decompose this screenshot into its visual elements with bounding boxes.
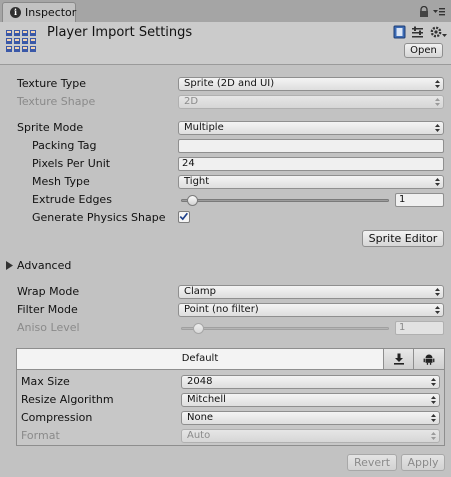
max-size-label: Max Size xyxy=(21,375,70,388)
gear-icon[interactable] xyxy=(430,26,447,38)
filter-mode-label: Filter Mode xyxy=(17,303,78,316)
texture-shape-dropdown: 2D xyxy=(178,95,444,109)
resize-algorithm-label: Resize Algorithm xyxy=(21,393,114,406)
tab-android-platform[interactable] xyxy=(414,349,444,369)
asset-title: Player Import Settings xyxy=(47,25,193,40)
download-icon xyxy=(394,353,404,365)
dropdown-arrow-icon xyxy=(435,124,440,132)
generate-physics-shape-checkbox[interactable] xyxy=(178,211,190,223)
compression-label: Compression xyxy=(21,411,93,424)
format-label: Format xyxy=(21,429,60,442)
texture-type-dropdown[interactable]: Sprite (2D and UI) xyxy=(178,77,444,91)
checkmark-icon xyxy=(179,212,188,221)
advanced-foldout-label[interactable]: Advanced xyxy=(17,259,71,272)
wrap-mode-dropdown[interactable]: Clamp xyxy=(178,285,444,299)
foldout-arrow-icon[interactable] xyxy=(6,261,13,270)
resize-algorithm-dropdown[interactable]: Mitchell xyxy=(181,393,440,407)
open-button[interactable]: Open xyxy=(404,43,443,58)
texture-type-value: Sprite (2D and UI) xyxy=(184,78,275,89)
platform-tabs: Default xyxy=(17,349,444,370)
texture-type-label: Texture Type xyxy=(17,77,87,90)
mesh-type-label: Mesh Type xyxy=(32,175,90,188)
preset-sliders-icon[interactable] xyxy=(412,26,423,38)
dropdown-arrow-icon xyxy=(431,378,436,386)
packing-tag-label: Packing Tag xyxy=(32,139,97,152)
sprite-editor-button[interactable]: Sprite Editor xyxy=(362,230,444,247)
tab-title: Inspector xyxy=(25,6,77,19)
extrude-edges-input[interactable]: 1 xyxy=(395,193,444,207)
header-icons xyxy=(393,25,447,39)
texture-shape-value: 2D xyxy=(184,96,199,107)
sprite-mode-value: Multiple xyxy=(184,122,224,133)
platform-settings-panel: Default Max Size 2048 Resize Algorithm M… xyxy=(16,348,445,446)
wrap-mode-label: Wrap Mode xyxy=(17,285,80,298)
dropdown-arrow-icon xyxy=(431,396,436,404)
sprite-mode-dropdown[interactable]: Multiple xyxy=(178,121,444,135)
dropdown-arrow-icon xyxy=(431,432,436,440)
packing-tag-input[interactable] xyxy=(178,139,444,153)
dropdown-arrow-icon xyxy=(435,178,440,186)
tab-default-platform[interactable]: Default xyxy=(17,349,384,369)
help-book-icon[interactable] xyxy=(393,25,406,39)
apply-button[interactable]: Apply xyxy=(401,454,445,471)
pixels-per-unit-input[interactable]: 24 xyxy=(178,157,444,171)
lock-icon[interactable] xyxy=(418,6,430,18)
pixels-per-unit-label: Pixels Per Unit xyxy=(32,157,111,170)
generate-physics-shape-label: Generate Physics Shape xyxy=(32,211,166,224)
panel-menu-icon[interactable] xyxy=(432,6,446,18)
aniso-level-label: Aniso Level xyxy=(17,321,80,334)
sprite-thumbnail-icon xyxy=(6,30,36,52)
inspector-window: i Inspector Player Import Settings Open … xyxy=(0,0,451,477)
revert-button[interactable]: Revert xyxy=(347,454,397,471)
format-value: Auto xyxy=(187,430,211,441)
filter-mode-value: Point (no filter) xyxy=(184,304,259,315)
max-size-value: 2048 xyxy=(187,376,213,387)
info-icon: i xyxy=(10,7,21,18)
dropdown-arrow-icon xyxy=(435,98,440,106)
extrude-edges-slider-thumb[interactable] xyxy=(187,195,199,206)
dropdown-arrow-icon xyxy=(435,288,440,296)
compression-value: None xyxy=(187,412,214,423)
aniso-level-slider-thumb xyxy=(193,323,205,334)
max-size-dropdown[interactable]: 2048 xyxy=(181,375,440,389)
tab-strip: i Inspector xyxy=(0,0,451,23)
format-dropdown: Auto xyxy=(181,429,440,443)
extrude-edges-slider-track[interactable] xyxy=(181,199,389,202)
aniso-level-slider-track xyxy=(181,327,389,330)
resize-algorithm-value: Mitchell xyxy=(187,394,226,405)
dropdown-arrow-icon xyxy=(435,306,440,314)
sprite-mode-label: Sprite Mode xyxy=(17,121,84,134)
tab-standalone-platform[interactable] xyxy=(384,349,414,369)
aniso-level-input: 1 xyxy=(395,321,444,335)
dropdown-arrow-icon xyxy=(431,414,436,422)
tab-inspector[interactable]: i Inspector xyxy=(2,2,76,22)
filter-mode-dropdown[interactable]: Point (no filter) xyxy=(178,303,444,317)
mesh-type-dropdown[interactable]: Tight xyxy=(178,175,444,189)
wrap-mode-value: Clamp xyxy=(184,286,216,297)
compression-dropdown[interactable]: None xyxy=(181,411,440,425)
inspector-header: Player Import Settings Open xyxy=(0,22,451,65)
dropdown-arrow-icon xyxy=(435,80,440,88)
android-icon xyxy=(423,354,435,365)
extrude-edges-label: Extrude Edges xyxy=(32,193,112,206)
texture-shape-label: Texture Shape xyxy=(17,95,96,108)
mesh-type-value: Tight xyxy=(184,176,210,187)
